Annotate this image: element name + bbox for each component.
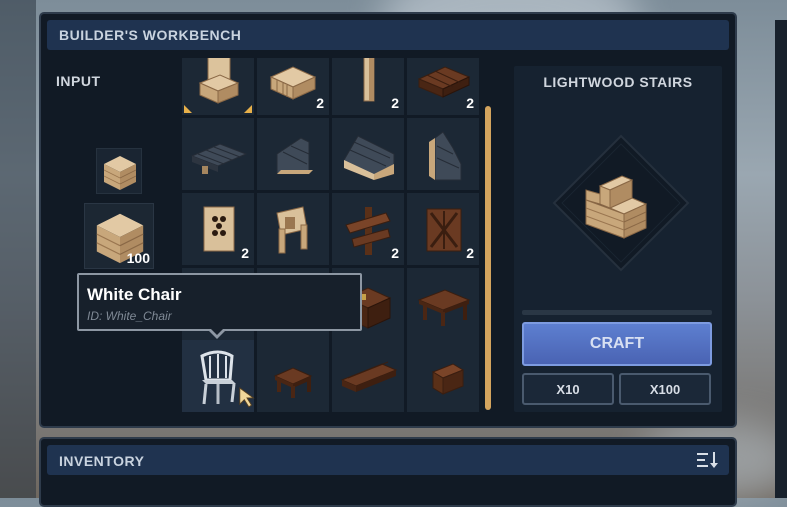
input-slot-large[interactable]: 100 — [84, 203, 154, 269]
input-slot-small[interactable] — [96, 148, 142, 194]
craft-x100-button[interactable]: X100 — [619, 373, 711, 405]
lightwood-block-icon — [103, 156, 137, 190]
recipe-grid: 2 2 2 2 2 2 — [182, 58, 480, 414]
lightwood-shingle-slope-icon — [343, 135, 395, 181]
recipe-slot[interactable] — [257, 118, 329, 190]
recipe-slot[interactable] — [257, 340, 329, 412]
dark-pallet-icon — [417, 66, 471, 98]
workbench-header: BUILDER'S WORKBENCH — [47, 20, 729, 50]
sort-icon[interactable] — [697, 451, 719, 469]
dark-table-icon — [417, 289, 471, 326]
dark-bench-icon — [340, 361, 398, 392]
recipe-slot[interactable]: 2 — [332, 193, 404, 265]
recipe-slot[interactable]: 2 — [332, 58, 404, 115]
item-tooltip: White Chair ID: White_Chair — [77, 273, 362, 331]
lightwood-post-icon — [363, 58, 375, 102]
stone-roof-stairs-icon — [429, 131, 462, 181]
selected-corner-icon — [244, 105, 252, 113]
lightwood-chair-icon — [198, 58, 240, 104]
lightwood-lattice-icon — [203, 206, 235, 252]
recipe-count: 2 — [466, 95, 474, 111]
craft-button[interactable]: CRAFT — [522, 322, 712, 366]
craft-x10-button[interactable]: X10 — [522, 373, 614, 405]
inventory-title: INVENTORY — [59, 453, 145, 469]
dark-roof-stairs-icon — [276, 137, 313, 175]
lightwood-signpost-icon — [276, 206, 308, 254]
dark-lattice-icon — [426, 208, 462, 252]
lightwood-plank-icon — [269, 66, 317, 100]
recipe-slot[interactable]: 2 — [257, 58, 329, 115]
recipe-count: 2 — [241, 245, 249, 261]
recipe-slot[interactable] — [407, 340, 479, 412]
selected-corner-icon — [184, 105, 192, 113]
input-label: INPUT — [56, 73, 101, 89]
recipe-slot[interactable] — [182, 118, 254, 190]
dark-sign-icon — [345, 207, 391, 255]
input-count: 100 — [126, 250, 150, 266]
workbench-title: BUILDER'S WORKBENCH — [59, 27, 242, 43]
dark-stool-icon — [431, 363, 465, 395]
recipe-slot[interactable] — [257, 193, 329, 265]
recipe-slot[interactable]: 2 — [407, 58, 479, 115]
craft-progress-bar — [522, 310, 712, 315]
recipe-count: 2 — [466, 245, 474, 261]
bg-right-edge — [775, 20, 787, 498]
recipe-preview-frame — [552, 134, 690, 272]
recipe-slot[interactable]: 2 — [407, 193, 479, 265]
recipe-count: 2 — [316, 95, 324, 111]
small-dark-table-icon — [273, 367, 313, 398]
recipe-slot[interactable] — [332, 340, 404, 412]
recipe-scrollbar[interactable] — [485, 106, 491, 410]
recipe-title: LIGHTWOOD STAIRS — [543, 74, 693, 90]
dark-shingle-roof-icon — [190, 143, 248, 174]
recipe-count: 2 — [391, 95, 399, 111]
recipe-slot[interactable] — [407, 268, 479, 340]
recipe-slot[interactable] — [182, 58, 254, 115]
tooltip-arrow-fill — [211, 329, 223, 335]
inventory-panel: INVENTORY — [39, 437, 737, 507]
recipe-slot[interactable]: 2 — [182, 193, 254, 265]
recipe-slot[interactable] — [407, 118, 479, 190]
cursor-icon — [239, 387, 255, 408]
tooltip-item-name: White Chair — [87, 285, 182, 304]
inventory-header: INVENTORY — [47, 445, 729, 475]
bg-left-edge — [0, 0, 36, 498]
tooltip-item-id: ID: White_Chair — [87, 309, 172, 323]
recipe-slot[interactable] — [332, 118, 404, 190]
recipe-count: 2 — [391, 245, 399, 261]
